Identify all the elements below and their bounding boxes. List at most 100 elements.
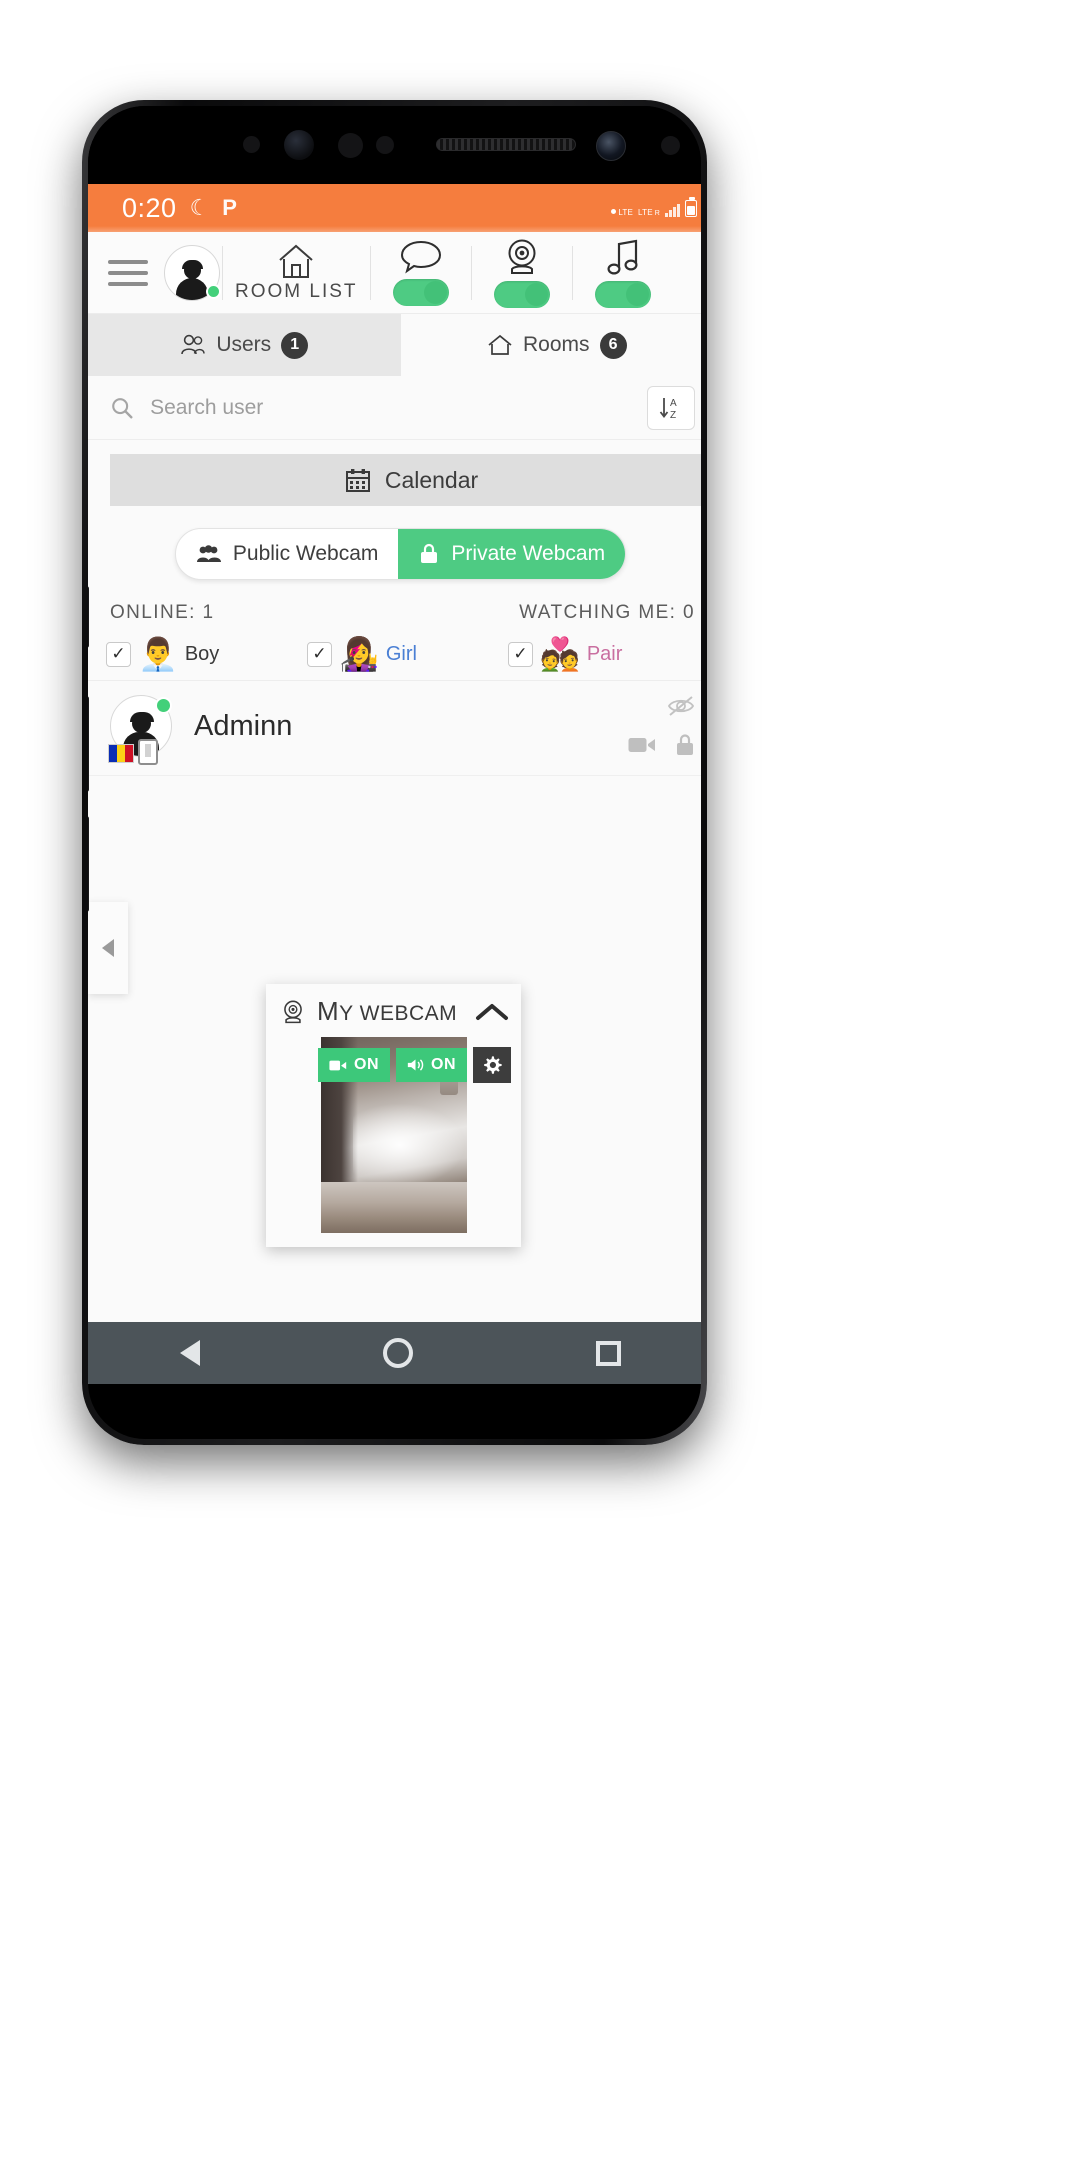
phone-top-bezel: [88, 106, 701, 184]
webcam-audio-toggle-button[interactable]: ON: [396, 1048, 467, 1082]
search-input[interactable]: [150, 395, 647, 420]
drawer-collapse-handle[interactable]: [88, 902, 128, 994]
moon-icon: ☾: [189, 195, 210, 220]
webcam-settings-button[interactable]: [473, 1047, 511, 1083]
sort-alpha-icon[interactable]: A Z: [647, 385, 695, 430]
user-list-row[interactable]: Adminn: [88, 681, 701, 776]
search-box[interactable]: [110, 395, 647, 421]
gear-icon: [484, 1056, 502, 1074]
online-status-dot: [155, 697, 172, 714]
android-navigation-bar: [88, 1322, 701, 1384]
video-camera-icon[interactable]: [627, 734, 657, 756]
toolbar-item-chat[interactable]: [373, 240, 469, 306]
status-bar-left: 0:20 ☾ P: [122, 192, 237, 223]
lte-indicator-1: LTE: [611, 208, 633, 217]
webcam-icon: [284, 1000, 302, 1023]
search-icon: [112, 397, 133, 418]
boy-checkbox[interactable]: ✓: [106, 641, 131, 667]
webcam-toggle[interactable]: [493, 280, 550, 308]
volume-down-button[interactable]: [88, 816, 89, 912]
tab-rooms[interactable]: Rooms 6: [401, 314, 702, 376]
status-bar-right: LTE LTE R: [611, 197, 697, 217]
public-webcam-option[interactable]: Public Webcam: [176, 529, 399, 579]
gender-filter-pair[interactable]: ✓ 💑 Pair: [508, 638, 701, 670]
user-name: Adminn: [194, 709, 293, 742]
tab-users[interactable]: Users 1: [88, 314, 401, 376]
toolbar-item-music[interactable]: [575, 238, 671, 308]
mobile-device-icon: [138, 739, 158, 765]
chevron-up-icon[interactable]: [475, 1001, 509, 1023]
earpiece-speaker-icon: [436, 138, 576, 151]
pair-avatar-icon: 💑: [540, 636, 580, 672]
hamburger-menu-icon[interactable]: [102, 259, 154, 286]
status-bar: 0:20 ☾ P LTE LTE R: [88, 184, 701, 232]
app-toolbar: ROOM LIST: [88, 232, 701, 314]
music-note-icon: [607, 239, 638, 275]
iris-scanner-icon: [284, 130, 314, 160]
chat-toggle[interactable]: [392, 278, 449, 306]
tab-bar: Users 1 Rooms 6: [88, 314, 701, 376]
volume-up-button[interactable]: [88, 696, 89, 792]
room-list-label: ROOM LIST: [235, 280, 358, 302]
video-camera-icon: [329, 1060, 347, 1070]
search-row: A Z: [88, 376, 701, 440]
speaker-icon: [407, 1059, 424, 1071]
toolbar-item-room-list[interactable]: ROOM LIST: [225, 243, 368, 303]
tab-rooms-label: Rooms: [522, 333, 590, 356]
status-clock: 0:20: [122, 192, 177, 223]
eye-slash-icon[interactable]: [667, 695, 695, 717]
girl-checkbox[interactable]: ✓: [307, 641, 332, 667]
my-webcam-body: ON ON: [266, 1037, 521, 1247]
user-row-actions: [627, 695, 695, 757]
svg-text:Z: Z: [670, 410, 676, 421]
webcam-icon: [508, 239, 536, 274]
phone-screen: 0:20 ☾ P LTE LTE R ROOM LIST Users 1 Roo…: [88, 184, 701, 1384]
lock-cam-icon: [421, 543, 438, 563]
webcam-switch-wrap: Public Webcam Private Webcam: [88, 528, 701, 580]
phone-device-frame: 0:20 ☾ P LTE LTE R ROOM LIST Users 1 Roo…: [82, 100, 707, 1445]
webcam-mode-switch: Public Webcam Private Webcam: [174, 528, 627, 580]
lte-label-2: LTE: [638, 207, 653, 217]
signal-bars-icon: [665, 203, 680, 217]
online-count-label: ONLINE: 1: [110, 602, 215, 623]
signal-dot-icon: [611, 208, 617, 214]
my-webcam-title: MY WEBCAM: [317, 996, 457, 1027]
webcam-audio-toggle-label: ON: [431, 1056, 456, 1073]
gender-filter-girl[interactable]: ✓ 👩‍🎤 Girl: [307, 638, 502, 670]
lock-icon[interactable]: [675, 733, 695, 757]
chevron-left-icon: [102, 939, 114, 957]
calendar-button[interactable]: Calendar: [110, 454, 701, 506]
lte-sub-label: R: [654, 209, 660, 217]
romania-flag-icon: [108, 744, 134, 763]
avatar[interactable]: [108, 695, 172, 765]
music-toggle[interactable]: [594, 280, 651, 308]
tab-rooms-badge: 6: [599, 331, 627, 359]
light-sensor-icon: [338, 133, 363, 158]
back-triangle-icon[interactable]: [179, 1340, 200, 1366]
toolbar-divider-3: [470, 245, 472, 300]
webcam-video-toggle-button[interactable]: ON: [318, 1048, 390, 1082]
home-circle-icon[interactable]: [382, 1338, 413, 1368]
my-webcam-controls: ON ON: [318, 1047, 511, 1083]
pair-label: Pair: [586, 642, 623, 665]
lte-indicator-2: LTE R: [638, 208, 660, 217]
toolbar-divider-2: [369, 245, 371, 300]
public-webcam-label: Public Webcam: [232, 542, 379, 565]
pair-checkbox[interactable]: ✓: [508, 641, 533, 667]
my-webcam-panel: MY WEBCAM ON ON: [266, 984, 521, 1247]
private-webcam-option[interactable]: Private Webcam: [398, 529, 626, 579]
p-icon: P: [222, 195, 237, 220]
user-avatar-icon[interactable]: [164, 244, 221, 301]
gender-filter-boy[interactable]: ✓ 👨‍💼 Boy: [106, 638, 301, 670]
power-button[interactable]: [88, 586, 89, 648]
phone-inner-shell: 0:20 ☾ P LTE LTE R ROOM LIST Users 1 Roo…: [88, 106, 701, 1439]
battery-icon: [685, 197, 697, 217]
toolbar-item-webcam[interactable]: [474, 238, 570, 308]
counts-row: ONLINE: 1 WATCHING ME: 0: [88, 580, 701, 632]
recents-square-icon[interactable]: [596, 1340, 622, 1366]
watching-me-count-label: WATCHING ME: 0: [519, 602, 695, 623]
my-webcam-header[interactable]: MY WEBCAM: [266, 984, 521, 1037]
svg-text:A: A: [670, 398, 677, 409]
tab-users-badge: 1: [281, 331, 309, 359]
toolbar-divider: [222, 245, 223, 300]
